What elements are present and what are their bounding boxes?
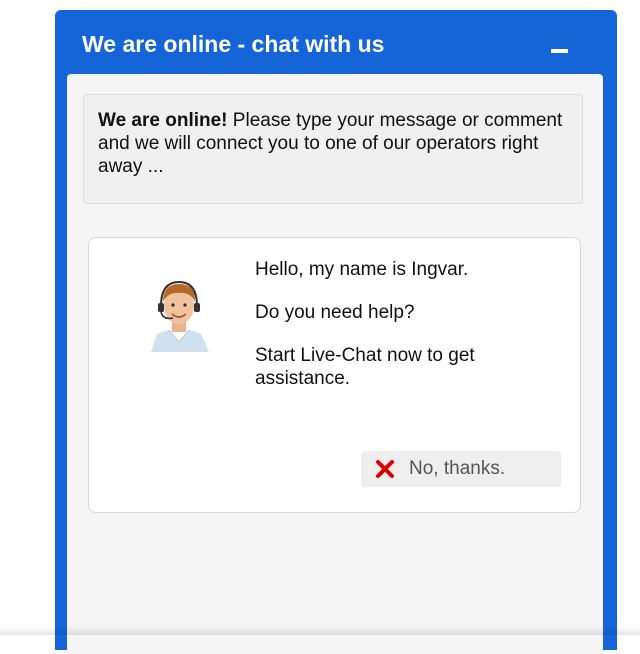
bottom-shadow xyxy=(0,626,640,635)
no-thanks-button[interactable]: No, thanks. xyxy=(361,451,561,487)
operator-message: Hello, my name is Ingvar. Do you need he… xyxy=(255,258,555,410)
minimize-button[interactable] xyxy=(548,32,578,62)
operator-invite: Start Live-Chat now to get assistance. xyxy=(255,345,475,389)
operator-greeting: Hello, my name is Ingvar. xyxy=(255,259,469,280)
operator-question: Do you need help? xyxy=(255,302,415,323)
operator-avatar xyxy=(139,272,219,352)
minimize-icon xyxy=(551,49,568,53)
chat-widget: We are online - chat with us We are onli… xyxy=(55,10,617,654)
operator-card: Hello, my name is Ingvar. Do you need he… xyxy=(88,237,581,513)
chat-body: We are online! Please type your message … xyxy=(67,74,603,654)
close-x-icon xyxy=(376,460,394,478)
no-thanks-label: No, thanks. xyxy=(409,458,506,479)
online-notice-bold: We are online! xyxy=(98,110,228,131)
online-notice: We are online! Please type your message … xyxy=(83,94,583,204)
chat-header[interactable]: We are online - chat with us xyxy=(55,10,617,76)
chat-title: We are online - chat with us xyxy=(82,31,385,57)
